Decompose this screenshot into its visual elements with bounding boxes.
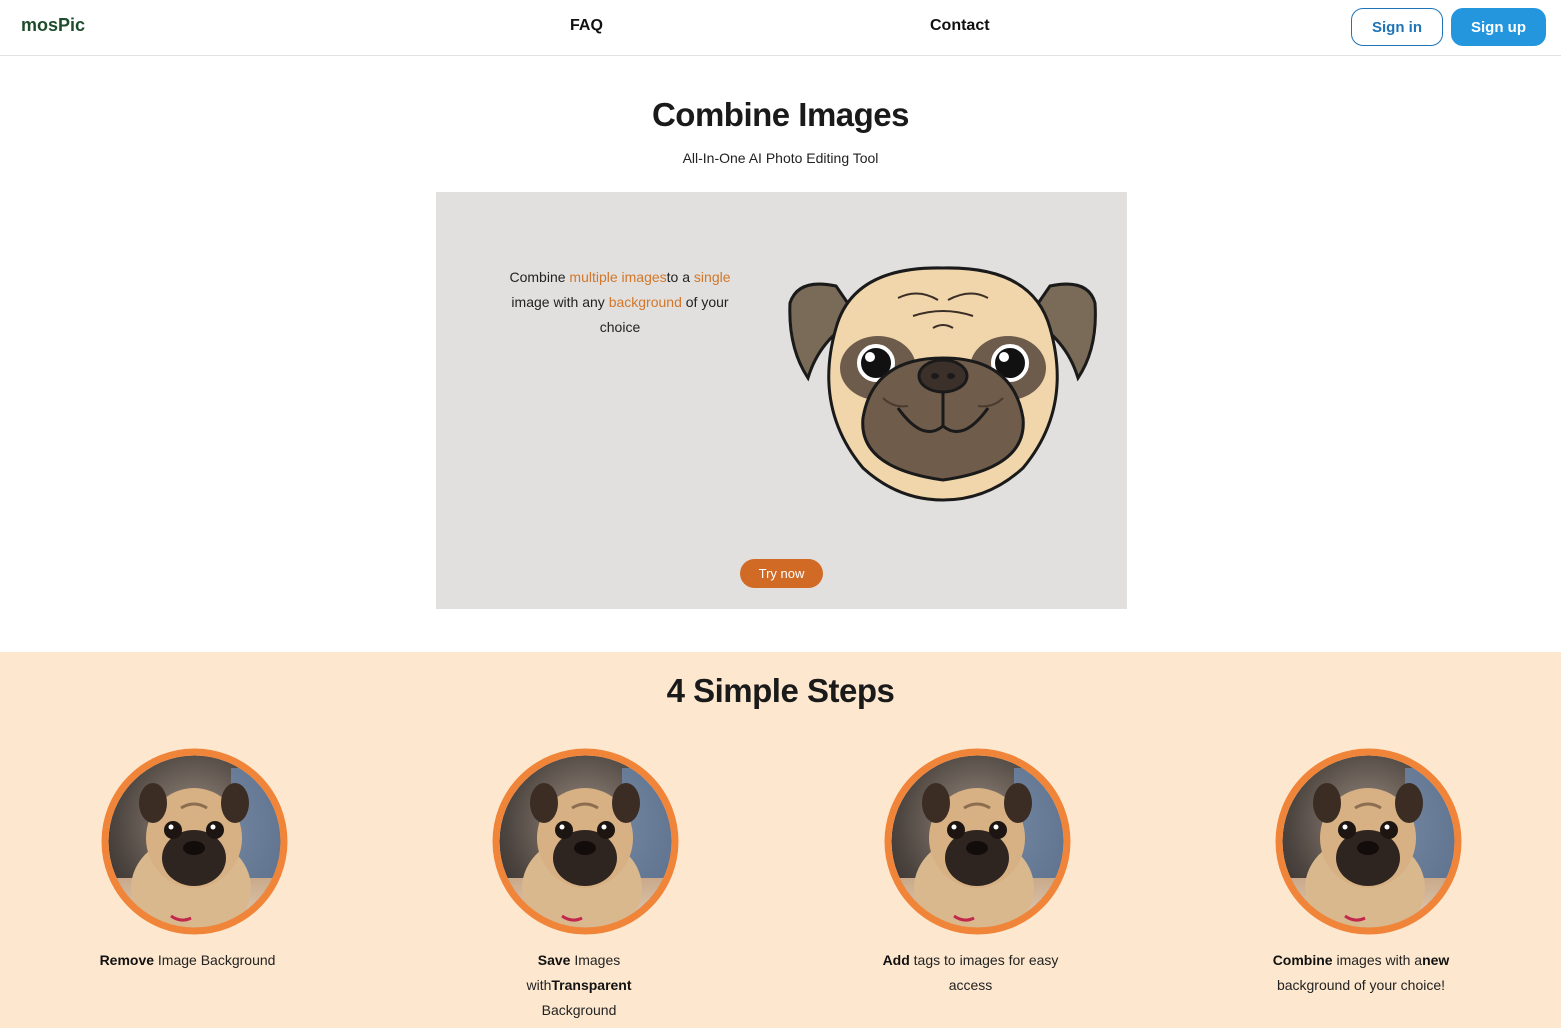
page-subtitle: All-In-One AI Photo Editing Tool — [682, 150, 879, 166]
logo[interactable]: mosPic — [21, 15, 85, 36]
pug-face-illustration — [788, 266, 1097, 502]
sign-in-button[interactable]: Sign in — [1351, 8, 1443, 46]
step-caption: Add tags to images for easy access — [882, 952, 1059, 993]
step-caption: Save Images withTransparent Background — [526, 952, 632, 1018]
steps-section: 4 Simple Steps Remove Image Background S… — [0, 652, 1561, 1028]
top-nav: mosPic FAQ Contact Sign in Sign up — [0, 0, 1561, 56]
pug-photo — [1275, 748, 1462, 935]
try-now-button[interactable]: Try now — [740, 559, 823, 588]
hero-card: Combine multiple imagesto a single image… — [436, 192, 1127, 609]
sign-up-button[interactable]: Sign up — [1451, 8, 1546, 46]
pug-photo — [492, 748, 679, 935]
hero-description: Combine multiple imagesto a single image… — [509, 269, 731, 335]
steps-title: 4 Simple Steps — [666, 672, 895, 709]
step-caption: Remove Image Background — [99, 952, 276, 968]
pug-photo — [101, 748, 288, 935]
nav-link-faq[interactable]: FAQ — [570, 17, 603, 35]
step-caption: Combine images with anew background of y… — [1272, 952, 1450, 993]
nav-link-contact[interactable]: Contact — [930, 17, 990, 35]
page-title: Combine Images — [651, 96, 910, 133]
pug-photo — [884, 748, 1071, 935]
